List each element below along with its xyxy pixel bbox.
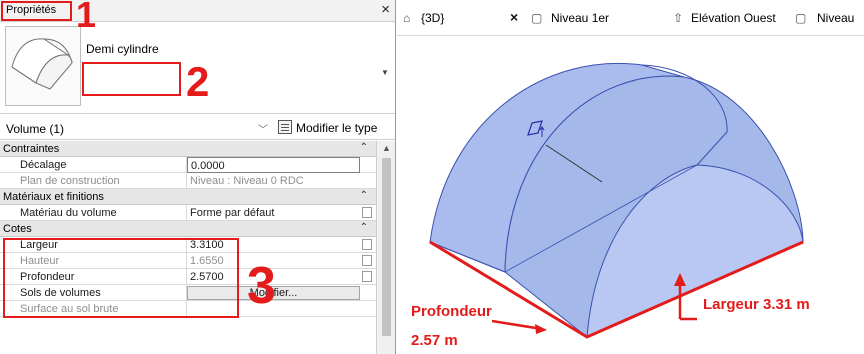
material-value[interactable]: Forme par défaut bbox=[187, 205, 360, 221]
instance-filter-label: Volume (1) bbox=[6, 122, 65, 136]
tab-niveau-1er[interactable]: ▢ Niveau 1er bbox=[529, 0, 649, 34]
group-header-materials[interactable]: Matériaux et finitions ⌃ bbox=[0, 189, 376, 205]
width-dimension-label: Largeur 3.31 m bbox=[703, 296, 810, 313]
tab-niveau[interactable]: ▢ Niveau bbox=[795, 0, 864, 34]
property-row-material: Matériau du volume Forme par défaut bbox=[0, 205, 376, 221]
group-label: Contraintes bbox=[3, 143, 60, 155]
annotation-box-title bbox=[1, 1, 72, 21]
chevron-down-icon[interactable]: ▼ bbox=[381, 68, 389, 77]
collapse-icon[interactable]: ⌃ bbox=[360, 190, 368, 201]
collapse-icon[interactable]: ⌃ bbox=[360, 142, 368, 153]
instance-toolbar: Volume (1) ﹀ Modifier le type bbox=[0, 116, 395, 140]
depth-dimension-value: 2.57 m bbox=[411, 332, 458, 349]
close-icon[interactable]: × bbox=[510, 9, 518, 25]
property-name: Matériau du volume bbox=[0, 205, 187, 221]
floor-plan-icon: ▢ bbox=[531, 11, 543, 25]
group-label: Matériaux et finitions bbox=[3, 191, 104, 203]
tab-3d[interactable]: ⌂ {3D} × bbox=[397, 0, 527, 34]
scrollbar-thumb[interactable] bbox=[382, 158, 391, 336]
type-name: Demi cylindre bbox=[86, 42, 159, 56]
tab-label: Elévation Ouest bbox=[691, 11, 776, 25]
3d-view-icon: ⌂ bbox=[403, 11, 411, 25]
tab-label: {3D} bbox=[421, 11, 445, 25]
tab-label: Niveau 1er bbox=[551, 11, 610, 25]
elevation-icon: ⇧ bbox=[673, 11, 684, 25]
edit-type-button[interactable]: Modifier le type bbox=[278, 119, 395, 137]
group-header-dimensions[interactable]: Cotes ⌃ bbox=[0, 221, 376, 237]
associate-parameter-button[interactable] bbox=[362, 239, 372, 250]
group-header-constraints[interactable]: Contraintes ⌃ bbox=[0, 141, 376, 157]
annotation-number-1: 1 bbox=[76, 0, 97, 35]
annotation-number-2: 2 bbox=[186, 58, 210, 105]
tab-label: Niveau bbox=[817, 11, 855, 25]
group-label: Cotes bbox=[3, 223, 32, 235]
offset-input[interactable]: 0.0000 bbox=[187, 157, 360, 173]
3d-viewport[interactable]: Profondeur 2.57 m Largeur 3.31 m bbox=[397, 37, 864, 354]
view-tab-bar: ⌂ {3D} × ▢ Niveau 1er ⇧ Elévation Ouest … bbox=[397, 0, 864, 36]
annotation-number-3: 3 bbox=[247, 257, 276, 315]
annotation-box-dimensions bbox=[3, 238, 239, 318]
edit-type-label: Modifier le type bbox=[296, 121, 378, 135]
tab-elevation-ouest[interactable]: ⇧ Elévation Ouest bbox=[671, 0, 801, 34]
edit-type-icon bbox=[278, 120, 292, 134]
collapse-icon[interactable]: ⌃ bbox=[360, 222, 368, 233]
work-plane-value: Niveau : Niveau 0 RDC bbox=[190, 175, 304, 187]
close-icon[interactable]: × bbox=[381, 1, 390, 19]
property-name: Plan de construction bbox=[0, 173, 187, 189]
property-name: Décalage bbox=[0, 157, 187, 173]
properties-panel: Propriétés × Demi cylindre ▼ Volume (1) … bbox=[0, 0, 396, 354]
annotation-box-type bbox=[82, 62, 181, 96]
property-row-offset: Décalage 0.0000 bbox=[0, 157, 376, 173]
floor-plan-icon: ▢ bbox=[795, 11, 807, 25]
associate-parameter-button[interactable] bbox=[362, 255, 372, 266]
property-row-work-plane: Plan de construction Niveau : Niveau 0 R… bbox=[0, 173, 376, 189]
type-thumbnail bbox=[5, 26, 81, 106]
properties-scrollbar[interactable]: ▲ bbox=[376, 141, 395, 354]
scroll-up-icon[interactable]: ▲ bbox=[382, 143, 391, 153]
instance-filter-dropdown[interactable]: Volume (1) ﹀ bbox=[4, 119, 274, 137]
associate-parameter-button[interactable] bbox=[362, 207, 372, 218]
chevron-down-icon: ﹀ bbox=[258, 125, 268, 136]
associate-parameter-button[interactable] bbox=[362, 271, 372, 282]
depth-dimension-label: Profondeur bbox=[411, 303, 492, 320]
half-cylinder-thumbnail-icon bbox=[11, 38, 73, 90]
